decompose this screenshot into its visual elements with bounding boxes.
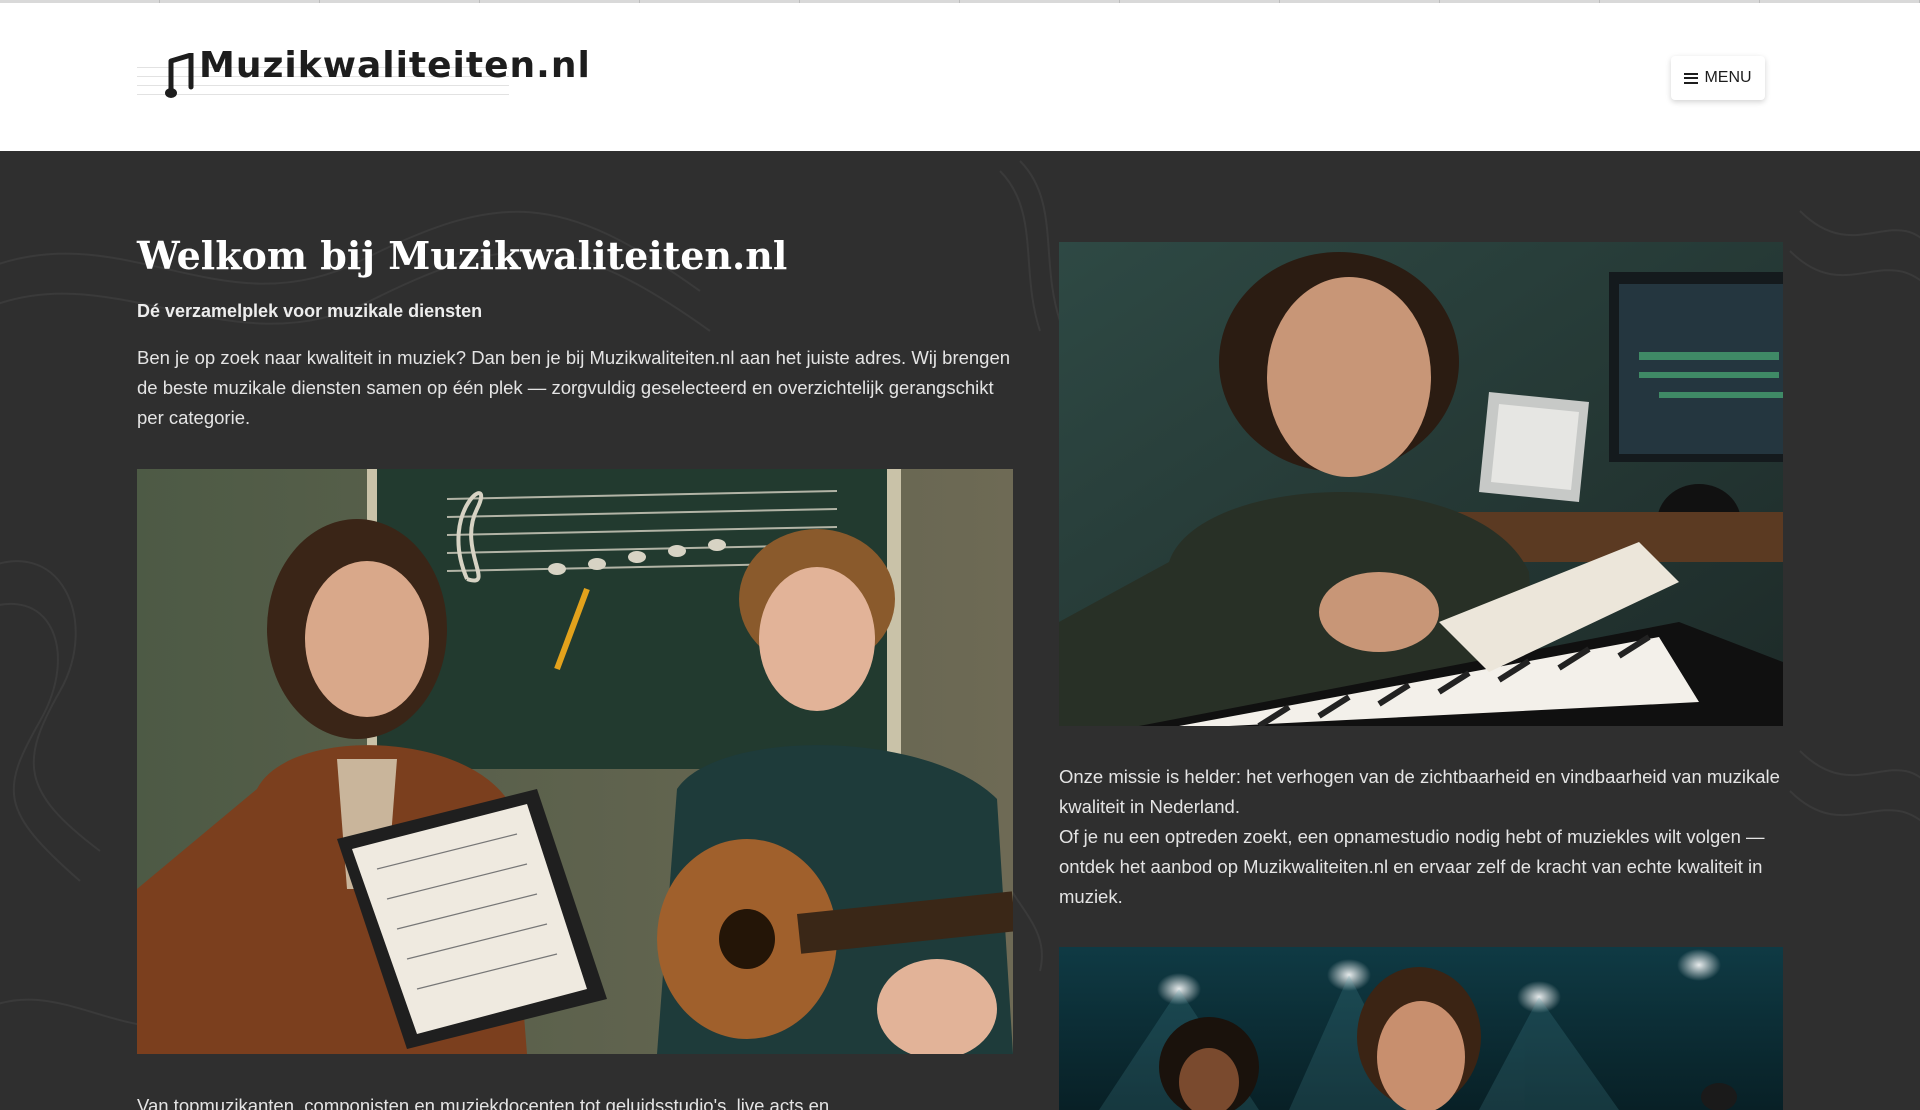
- mission-line-1: Onze missie is helder: het verhogen van …: [1059, 766, 1780, 817]
- hamburger-icon: [1684, 72, 1699, 84]
- bottom-paragraph: Van topmuzikanten, componisten en muziek…: [137, 1095, 830, 1110]
- site-logo[interactable]: Muzikwaliteiten.nl: [137, 39, 590, 109]
- live-performance-image: [1059, 947, 1783, 1110]
- music-note-icon: [165, 53, 194, 98]
- page-title: Welkom bij Muzikwaliteiten.nl: [137, 233, 788, 278]
- intro-paragraph: Ben je op zoek naar kwaliteit in muziek?…: [137, 347, 1011, 428]
- page-subtitle: Dé verzamelplek voor muzikale diensten: [137, 301, 483, 321]
- composer-piano-image: [1059, 242, 1783, 726]
- main-content: Welkom bij Muzikwaliteiten.nl Dé verzame…: [0, 151, 1920, 1110]
- mission-line-2: Of je nu een optreden zoekt, een opnames…: [1059, 826, 1765, 907]
- site-header: Muzikwaliteiten.nl MENU: [0, 3, 1920, 151]
- mission-text: Onze missie is helder: het verhogen van …: [1059, 762, 1783, 912]
- menu-label: MENU: [1704, 69, 1752, 86]
- logo-text: Muzikwaliteiten.nl: [199, 45, 591, 86]
- menu-button[interactable]: MENU: [1671, 56, 1765, 100]
- music-lesson-image: [137, 469, 1013, 1054]
